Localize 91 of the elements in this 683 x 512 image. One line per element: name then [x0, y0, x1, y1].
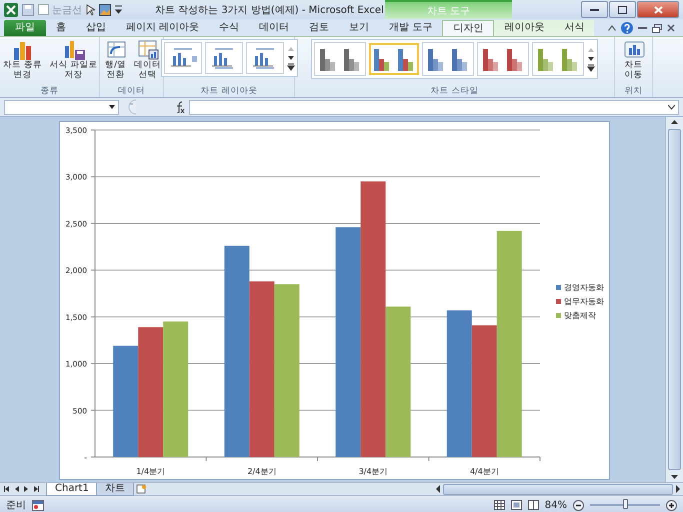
save-icon[interactable] — [22, 4, 34, 16]
close-icon — [654, 6, 662, 14]
bar[interactable] — [446, 310, 472, 457]
picture-icon[interactable] — [99, 4, 111, 16]
first-sheet-icon[interactable] — [4, 486, 9, 492]
next-sheet-icon[interactable] — [24, 486, 29, 492]
chart-style-thumbnail[interactable] — [532, 42, 584, 76]
legend-label: 업무자동화 — [564, 297, 604, 306]
ribbon-tab[interactable]: 홈 — [46, 20, 76, 36]
category-label: 1/4분기 — [136, 467, 166, 476]
chart-style-thumbnail[interactable] — [422, 42, 474, 76]
previous-sheet-icon[interactable] — [14, 486, 19, 492]
ribbon-tab[interactable]: 디자인 — [442, 20, 494, 36]
legend-label: 경영자동화 — [564, 283, 604, 292]
normal-view-icon[interactable] — [494, 500, 505, 510]
new-sheet-icon[interactable] — [134, 484, 148, 494]
ribbon-button[interactable]: 차트 종류 변경 — [0, 38, 46, 80]
help-icon[interactable] — [621, 22, 633, 34]
group-label: 차트 스타일 — [430, 86, 480, 97]
ribbon-button[interactable]: 행/열 전환 — [100, 38, 130, 80]
chart-style-thumbnail[interactable] — [314, 42, 366, 76]
bar-style-preview-icon — [481, 47, 525, 71]
last-sheet-icon[interactable] — [34, 486, 39, 492]
group-label: 위치 — [624, 86, 644, 97]
category-label: 2/4분기 — [247, 467, 276, 476]
minimize-button[interactable] — [581, 1, 608, 18]
dropdown-icon — [109, 105, 115, 109]
bar-style-preview-icon — [372, 47, 416, 71]
group-label: 종류 — [40, 86, 60, 97]
close-icon[interactable] — [667, 24, 675, 32]
scroll-down-icon[interactable] — [286, 54, 294, 62]
status-text: 준비 — [6, 499, 26, 512]
ribbon-tab[interactable]: 수식 — [209, 20, 250, 36]
close-button[interactable] — [637, 1, 679, 18]
function-icon[interactable] — [175, 101, 185, 113]
chart-layout-thumbnail[interactable] — [164, 42, 202, 74]
ribbon-tab[interactable]: 검토 — [299, 20, 340, 36]
ribbon-tab[interactable]: 삽입 — [76, 20, 116, 36]
page-layout-view-icon[interactable] — [510, 500, 522, 510]
ribbon-button[interactable]: 서식 파일로 저장 — [48, 38, 100, 80]
more-icon[interactable] — [286, 63, 294, 71]
scroll-right-icon[interactable] — [675, 485, 681, 493]
scroll-down-icon[interactable] — [587, 55, 595, 63]
group-label: 차트 레이아웃 — [200, 86, 258, 97]
bar-style-preview-icon — [426, 47, 470, 71]
group-label: 데이터 — [117, 86, 146, 97]
macro-record-icon[interactable] — [32, 500, 44, 510]
expand-icon — [668, 104, 675, 110]
ribbon-button[interactable]: 데이터 선택 — [132, 38, 162, 80]
chart-style-thumbnail[interactable] — [477, 42, 529, 76]
ribbon-tab[interactable]: 페이지 레이아웃 — [116, 20, 210, 36]
legend-label: 맞춤제작 — [564, 311, 596, 320]
scrollbar-thumb[interactable] — [443, 484, 673, 494]
minimize-icon — [590, 8, 599, 12]
ribbon-tab[interactable]: 서식 — [554, 20, 594, 36]
bar-style-preview-icon — [536, 47, 580, 71]
scroll-left-icon[interactable] — [435, 485, 441, 493]
category-label: 3/4분기 — [358, 467, 388, 476]
window-title: 차트 작성하는 3가지 방법(예제) - Microsoft Excel — [155, 4, 383, 16]
ribbon-tab[interactable]: 보기 — [339, 20, 380, 36]
bar-style-preview-icon — [318, 47, 362, 71]
more-icon[interactable] — [587, 64, 595, 72]
chart-save-icon — [62, 38, 84, 60]
dropdown-icon[interactable] — [115, 4, 122, 14]
zoom-level[interactable]: 84% — [544, 500, 567, 510]
ribbon-tab[interactable]: 데이터 — [249, 20, 300, 36]
zoom-out-icon[interactable] — [573, 500, 584, 510]
zoom-in-icon[interactable] — [666, 500, 677, 510]
maximize-icon — [618, 6, 627, 14]
chart-layout-thumbnail[interactable] — [246, 42, 284, 74]
excel-logo-icon[interactable] — [4, 2, 18, 16]
ribbon-tab[interactable]: 파일 — [4, 20, 46, 36]
contextual-tab-group: 차트 도구 — [385, 0, 512, 19]
data-table-icon — [136, 38, 158, 60]
chart-layout-thumbnail[interactable] — [204, 42, 242, 74]
sheet-tab[interactable]: 차트 — [96, 482, 134, 496]
category-label: 4/4분기 — [470, 467, 499, 476]
minimize-icon[interactable] — [638, 26, 647, 30]
scrollbar-thumb[interactable] — [668, 129, 681, 470]
sheet-tab[interactable]: Chart1 — [46, 482, 98, 496]
ribbon-tab[interactable]: 레이아웃 — [494, 20, 554, 36]
maximize-button[interactable] — [609, 1, 636, 18]
ribbon-button[interactable]: 차트 이동 — [622, 38, 646, 80]
page-break-view-icon[interactable] — [528, 500, 539, 510]
zoom-slider-thumb[interactable] — [623, 499, 628, 509]
chart-style-thumbnail[interactable] — [369, 43, 419, 75]
ribbon-tab[interactable]: 개발 도구 — [379, 20, 442, 36]
bar[interactable] — [224, 246, 250, 457]
collapse-ribbon-icon[interactable] — [608, 25, 616, 31]
cursor-icon[interactable] — [86, 4, 95, 16]
restore-icon[interactable] — [652, 24, 662, 32]
